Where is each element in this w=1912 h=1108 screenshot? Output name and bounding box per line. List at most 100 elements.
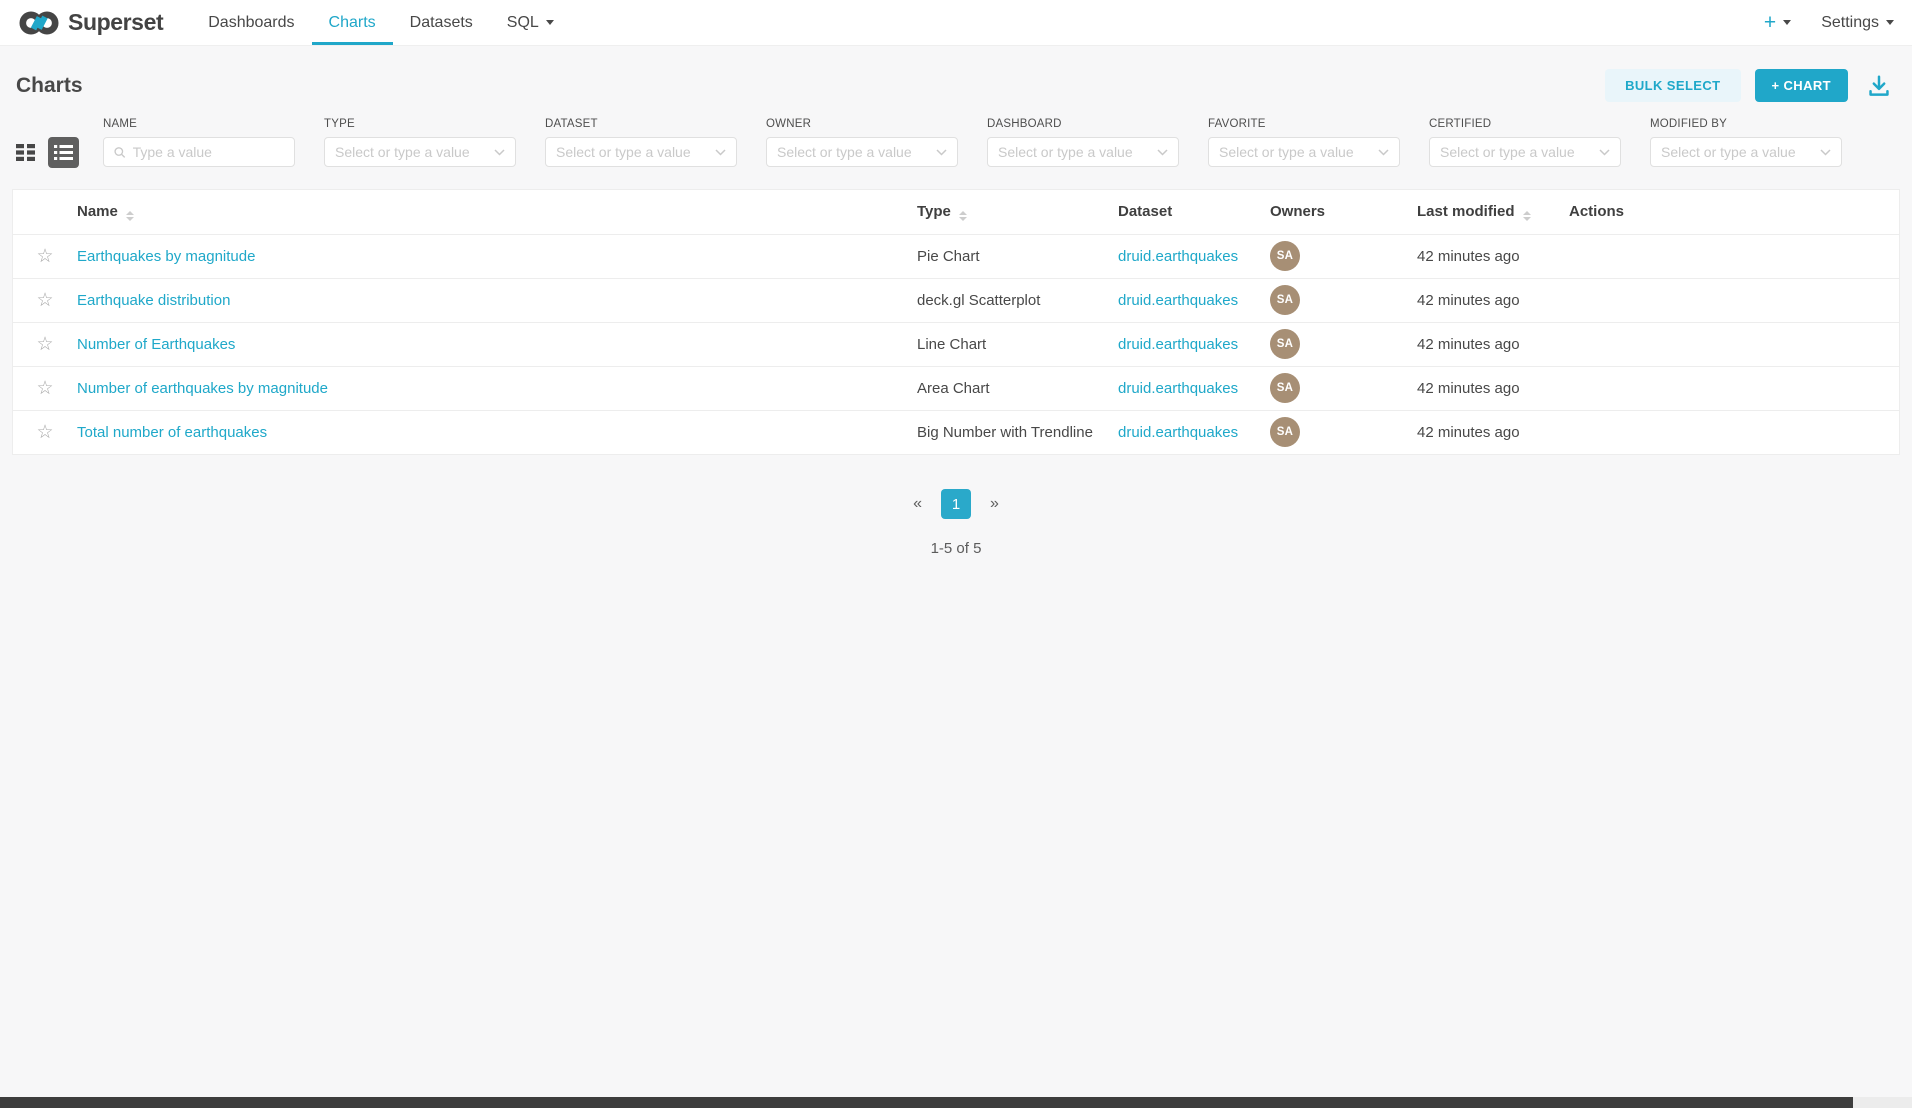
pagination: « 1 » xyxy=(0,489,1912,519)
table-row: ☆ Number of earthquakes by magnitude Are… xyxy=(13,366,1899,410)
page-title: Charts xyxy=(16,74,83,98)
favorite-star-icon[interactable]: ☆ xyxy=(36,378,53,399)
pagination-page-1[interactable]: 1 xyxy=(941,489,971,519)
navbar-right: + Settings xyxy=(1764,0,1894,45)
filter-label: CERTIFIED xyxy=(1429,118,1621,130)
dataset-filter-select[interactable]: Select or type a value xyxy=(545,137,737,167)
row-actions xyxy=(1569,410,1899,454)
column-header-owners: Owners xyxy=(1270,190,1417,234)
table-row: ☆ Earthquakes by magnitude Pie Chart dru… xyxy=(13,234,1899,278)
chart-name-link[interactable]: Number of Earthquakes xyxy=(77,336,235,353)
superset-logo[interactable]: Superset xyxy=(18,0,163,45)
owner-avatar[interactable]: SA xyxy=(1270,417,1300,447)
settings-label: Settings xyxy=(1821,14,1879,32)
filter-label: TYPE xyxy=(324,118,516,130)
chevron-down-icon xyxy=(715,149,726,156)
dataset-link[interactable]: druid.earthquakes xyxy=(1118,292,1238,309)
horizontal-scrollbar[interactable] xyxy=(0,1097,1912,1108)
dataset-link[interactable]: druid.earthquakes xyxy=(1118,380,1238,397)
filter-label: DATASET xyxy=(545,118,737,130)
favorite-filter-select[interactable]: Select or type a value xyxy=(1208,137,1400,167)
name-search-box xyxy=(103,137,295,167)
pagination-prev[interactable]: « xyxy=(913,495,922,513)
chart-name-link[interactable]: Number of earthquakes by magnitude xyxy=(77,380,328,397)
dataset-link[interactable]: druid.earthquakes xyxy=(1118,424,1238,441)
new-chart-button[interactable]: + CHART xyxy=(1755,69,1849,102)
chart-name-link[interactable]: Earthquake distribution xyxy=(77,292,230,309)
sort-icon[interactable] xyxy=(959,211,967,221)
nav-item-datasets[interactable]: Datasets xyxy=(393,0,490,45)
owner-avatar[interactable]: SA xyxy=(1270,329,1300,359)
scrollbar-thumb[interactable] xyxy=(0,1097,1853,1108)
charts-table-card: Name Type Dataset Owners Last modified A… xyxy=(12,189,1900,455)
filter-modified-by: MODIFIED BY Select or type a value xyxy=(1650,118,1842,167)
row-actions xyxy=(1569,366,1899,410)
filter-name: NAME xyxy=(103,118,295,167)
select-placeholder: Select or type a value xyxy=(1661,144,1813,160)
filter-label: MODIFIED BY xyxy=(1650,118,1842,130)
sort-icon[interactable] xyxy=(126,211,134,221)
last-modified: 42 minutes ago xyxy=(1417,410,1569,454)
owner-avatar[interactable]: SA xyxy=(1270,241,1300,271)
superset-infinity-icon xyxy=(18,8,60,38)
dashboard-filter-select[interactable]: Select or type a value xyxy=(987,137,1179,167)
certified-filter-select[interactable]: Select or type a value xyxy=(1429,137,1621,167)
favorite-star-icon[interactable]: ☆ xyxy=(36,290,53,311)
navbar: Superset Dashboards Charts Datasets SQL … xyxy=(0,0,1912,46)
chart-type: Line Chart xyxy=(917,322,1118,366)
type-filter-select[interactable]: Select or type a value xyxy=(324,137,516,167)
table-row: ☆ Total number of earthquakes Big Number… xyxy=(13,410,1899,454)
view-toggles xyxy=(16,137,79,167)
settings-menu[interactable]: Settings xyxy=(1821,14,1894,32)
download-icon xyxy=(1866,73,1892,99)
filter-label: OWNER xyxy=(766,118,958,130)
owner-avatar[interactable]: SA xyxy=(1270,285,1300,315)
table-row: ☆ Number of Earthquakes Line Chart druid… xyxy=(13,322,1899,366)
column-header-type[interactable]: Type xyxy=(917,190,1118,234)
dataset-link[interactable]: druid.earthquakes xyxy=(1118,336,1238,353)
import-charts-button[interactable] xyxy=(1862,73,1896,99)
sort-icon[interactable] xyxy=(1523,211,1531,221)
chart-name-link[interactable]: Earthquakes by magnitude xyxy=(77,248,255,265)
chevron-down-icon xyxy=(1599,149,1610,156)
column-label: Last modified xyxy=(1417,203,1515,220)
nav-item-sql[interactable]: SQL xyxy=(490,0,571,45)
nav-item-dashboards[interactable]: Dashboards xyxy=(191,0,311,45)
search-icon xyxy=(114,146,126,159)
last-modified: 42 minutes ago xyxy=(1417,278,1569,322)
superset-logo-text: Superset xyxy=(68,9,163,36)
bulk-select-button[interactable]: BULK SELECT xyxy=(1605,69,1740,102)
column-label: Actions xyxy=(1569,203,1624,220)
column-header-actions: Actions xyxy=(1569,190,1899,234)
owner-filter-select[interactable]: Select or type a value xyxy=(766,137,958,167)
favorite-star-icon[interactable]: ☆ xyxy=(36,246,53,267)
select-placeholder: Select or type a value xyxy=(556,144,708,160)
chevron-down-icon xyxy=(1783,20,1791,25)
chart-name-link[interactable]: Total number of earthquakes xyxy=(77,424,267,441)
list-view-toggle[interactable] xyxy=(48,137,79,168)
new-item-dropdown[interactable]: + xyxy=(1764,12,1791,33)
select-placeholder: Select or type a value xyxy=(1440,144,1592,160)
name-filter-input[interactable] xyxy=(133,144,284,160)
filter-type: TYPE Select or type a value xyxy=(324,118,516,167)
pagination-next[interactable]: » xyxy=(990,495,999,513)
owner-avatar[interactable]: SA xyxy=(1270,373,1300,403)
filter-dashboard: DASHBOARD Select or type a value xyxy=(987,118,1179,167)
dataset-link[interactable]: druid.earthquakes xyxy=(1118,248,1238,265)
header-star-spacer xyxy=(13,190,77,234)
select-placeholder: Select or type a value xyxy=(1219,144,1371,160)
favorite-star-icon[interactable]: ☆ xyxy=(36,334,53,355)
column-header-last-modified[interactable]: Last modified xyxy=(1417,190,1569,234)
modified-by-filter-select[interactable]: Select or type a value xyxy=(1650,137,1842,167)
nav-label-sql: SQL xyxy=(507,14,539,32)
select-placeholder: Select or type a value xyxy=(777,144,929,160)
header-actions: BULK SELECT + CHART xyxy=(1605,69,1896,102)
nav-item-charts[interactable]: Charts xyxy=(312,0,393,45)
favorite-star-icon[interactable]: ☆ xyxy=(36,422,53,443)
chart-type: Big Number with Trendline xyxy=(917,410,1118,454)
column-label: Name xyxy=(77,203,118,220)
chevron-down-icon xyxy=(1378,149,1389,156)
column-header-name[interactable]: Name xyxy=(77,190,917,234)
card-view-toggle[interactable] xyxy=(16,144,35,161)
row-actions xyxy=(1569,234,1899,278)
